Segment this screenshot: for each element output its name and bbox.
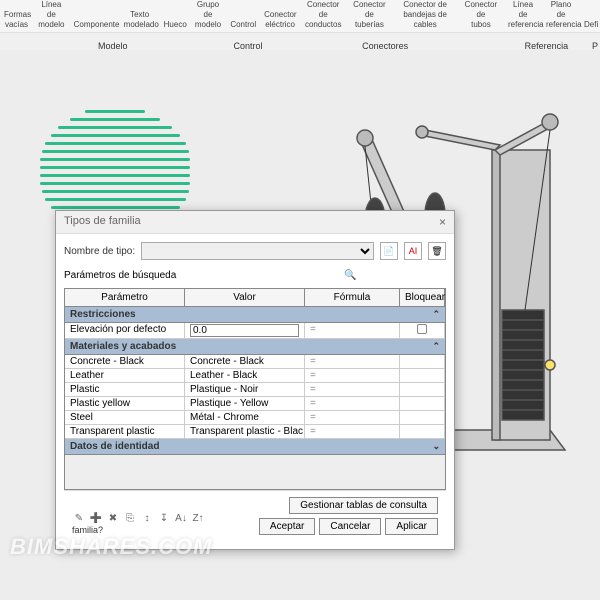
collapse-icon[interactable]: ⌃ [432, 341, 440, 352]
footer-toolbar: ✎ ➕ ✖ ⎘ ↕ ↧ A↓ Z↑ [72, 511, 205, 525]
group-materiales[interactable]: Materiales y acabados ⌃ [65, 339, 445, 355]
ribbon: Formasvacías Línea demodelo Componente T… [0, 0, 600, 50]
type-name-label: Nombre de tipo: [64, 246, 135, 257]
ribbon-item[interactable]: Conector deconductos [300, 0, 346, 32]
ribbon-item[interactable]: Conectoreléctrico [260, 0, 300, 32]
ribbon-groups: Modelo Control Conectores Referencia P [0, 32, 600, 50]
table-row[interactable]: Elevación por defecto = [65, 323, 445, 339]
param-name: Plastic [65, 383, 185, 396]
table-row[interactable]: Steel Métal - Chrome = [65, 411, 445, 425]
search-parameters-label: Parámetros de búsqueda [64, 270, 255, 281]
param-formula[interactable]: = [305, 369, 400, 382]
ribbon-items: Formasvacías Línea demodelo Componente T… [0, 0, 600, 32]
table-row[interactable]: Plastic yellow Plastique - Yellow = [65, 397, 445, 411]
ribbon-item[interactable]: Componente [70, 0, 120, 32]
ribbon-group-label: P [584, 39, 600, 50]
header-lock[interactable]: Bloquear [400, 289, 445, 306]
sort-asc-icon[interactable]: A↓ [174, 511, 188, 525]
param-value[interactable]: Transparent plastic - Blac [185, 425, 305, 438]
table-row[interactable]: Leather Leather - Black = [65, 369, 445, 383]
ribbon-item[interactable]: Hueco [160, 0, 190, 32]
ribbon-item[interactable]: Conector detuberías [346, 0, 392, 32]
header-formula[interactable]: Fórmula [305, 289, 400, 306]
new-param-icon[interactable]: ➕ [89, 511, 103, 525]
table-header: Parámetro Valor Fórmula Bloquear [65, 289, 445, 307]
param-value[interactable]: Métal - Chrome [185, 411, 305, 424]
cancel-button[interactable]: Cancelar [319, 518, 381, 535]
ribbon-group-label: Control [225, 39, 261, 50]
table-row[interactable]: Concrete - Black Concrete - Black = [65, 355, 445, 369]
ribbon-group-label: Modelo [0, 39, 225, 50]
search-icon[interactable]: 🔍 [255, 266, 446, 284]
param-name: Concrete - Black [65, 355, 185, 368]
ribbon-item[interactable]: Línea demodelo [33, 0, 70, 32]
param-name: Transparent plastic [65, 425, 185, 438]
ribbon-group-label: Referencia [509, 39, 584, 50]
param-formula[interactable]: = [305, 383, 400, 396]
group-datos-identidad[interactable]: Datos de identidad ⌄ [65, 439, 445, 455]
param-name: Elevación por defecto [65, 323, 185, 338]
type-name-select[interactable] [141, 242, 374, 260]
ribbon-item[interactable]: Línea dereferencia [504, 0, 542, 32]
lock-checkbox[interactable] [417, 324, 427, 334]
delete-param-icon[interactable]: ✖ [106, 511, 120, 525]
header-value[interactable]: Valor [185, 289, 305, 306]
param-value[interactable]: Leather - Black [185, 369, 305, 382]
group-label: Datos de identidad [70, 441, 159, 452]
param-name: Plastic yellow [65, 397, 185, 410]
ribbon-item[interactable]: Plano dereferencia [542, 0, 580, 32]
ribbon-item[interactable]: Conector debandejas de cables [393, 0, 458, 32]
expand-icon[interactable]: ⌄ [432, 441, 440, 452]
dialog-title-text: Tipos de familia [64, 215, 141, 229]
ribbon-item[interactable]: Textomodelado [120, 0, 160, 32]
watermark: BIMSHARES.COM [10, 534, 212, 560]
param-formula[interactable]: = [305, 397, 400, 410]
table-row[interactable]: Plastic Plastique - Noir = [65, 383, 445, 397]
param-value[interactable]: Plastique - Yellow [185, 397, 305, 410]
rename-type-icon[interactable]: AI [404, 242, 422, 260]
group-label: Restricciones [70, 309, 136, 320]
copy-icon[interactable]: ⎘ [123, 511, 137, 525]
sort-desc-icon[interactable]: Z↑ [191, 511, 205, 525]
ribbon-item[interactable]: Conector detubos [458, 0, 504, 32]
param-formula[interactable]: = [305, 323, 400, 338]
move-up-icon[interactable]: ↕ [140, 511, 154, 525]
ribbon-group-label: Conectores [261, 39, 508, 50]
family-types-dialog: Tipos de familia × Nombre de tipo: 📄 AI … [55, 210, 455, 550]
param-name: Leather [65, 369, 185, 382]
ribbon-item[interactable]: Control [226, 0, 260, 32]
dialog-titlebar[interactable]: Tipos de familia × [56, 211, 454, 234]
apply-button[interactable]: Aplicar [385, 518, 438, 535]
table-row[interactable]: Transparent plastic Transparent plastic … [65, 425, 445, 439]
parameters-table: Parámetro Valor Fórmula Bloquear Restric… [64, 288, 446, 490]
manage-lookup-tables-button[interactable]: Gestionar tablas de consulta [289, 497, 438, 514]
ribbon-item[interactable]: Grupo demodelo [190, 0, 227, 32]
param-formula[interactable]: = [305, 425, 400, 438]
param-name: Steel [65, 411, 185, 424]
ribbon-item[interactable]: Defi [580, 0, 600, 32]
accept-button[interactable]: Aceptar [259, 518, 315, 535]
table-empty-area [65, 455, 445, 489]
group-label: Materiales y acabados [70, 341, 176, 352]
param-value[interactable]: Concrete - Black [185, 355, 305, 368]
group-restricciones[interactable]: Restricciones ⌃ [65, 307, 445, 323]
edit-icon[interactable]: ✎ [72, 511, 86, 525]
collapse-icon[interactable]: ⌃ [432, 309, 440, 320]
new-type-icon[interactable]: 📄 [380, 242, 398, 260]
close-icon[interactable]: × [439, 215, 446, 229]
param-formula[interactable]: = [305, 355, 400, 368]
move-down-icon[interactable]: ↧ [157, 511, 171, 525]
param-value-input[interactable] [190, 324, 299, 337]
param-value[interactable]: Plastique - Noir [185, 383, 305, 396]
header-parameter[interactable]: Parámetro [65, 289, 185, 306]
ribbon-item[interactable]: Formasvacías [0, 0, 33, 32]
param-formula[interactable]: = [305, 411, 400, 424]
delete-type-icon[interactable]: 🗑 [428, 242, 446, 260]
